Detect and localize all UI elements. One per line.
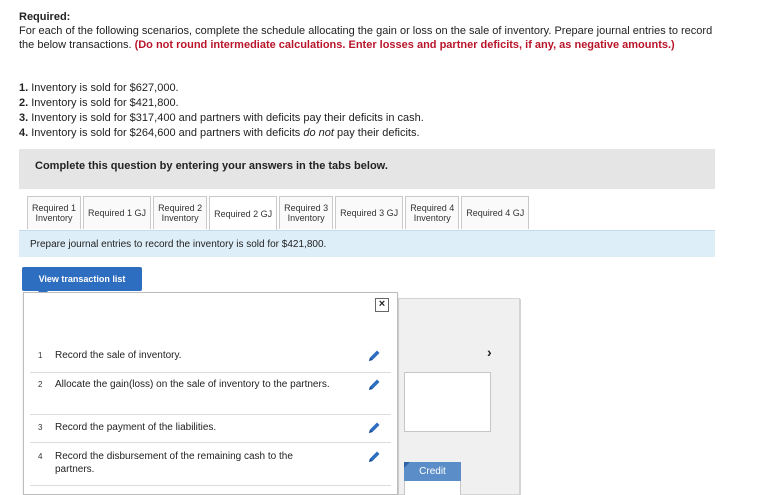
pencil-icon[interactable]	[367, 349, 381, 363]
transaction-number: 2	[38, 380, 43, 389]
tab-required-4-inventory[interactable]: Required 4 Inventory	[405, 196, 460, 229]
scenario-text: Inventory is sold for $421,800.	[31, 97, 179, 109]
view-transaction-list-label: View transaction list	[38, 274, 126, 284]
tab-required-2-inventory[interactable]: Required 2 Inventory	[153, 196, 208, 229]
tab-label: Required 4 GJ	[466, 208, 525, 218]
transaction-number: 4	[38, 452, 43, 461]
tab-label: Required 2	[158, 203, 203, 213]
credit-input-cell[interactable]	[404, 481, 461, 495]
chevron-right-icon[interactable]: ›	[487, 344, 492, 360]
scenario-text-end: pay their deficits.	[333, 127, 420, 139]
scenario-list: 1. Inventory is sold for $627,000. 2. In…	[19, 81, 424, 141]
tab-bar: Required 1 Inventory Required 1 GJ Requir…	[27, 196, 531, 231]
transaction-row[interactable]: 3 Record the payment of the liabilities.	[30, 421, 391, 443]
tab-label: Required 3 GJ	[340, 208, 399, 218]
scenario-text: Inventory is sold for $627,000.	[31, 82, 179, 94]
transaction-description: Record the payment of the liabilities.	[55, 422, 217, 433]
required-heading: Required:	[19, 11, 71, 23]
pencil-icon[interactable]	[367, 450, 381, 464]
tab-instruction-bar: Prepare journal entries to record the in…	[19, 230, 715, 257]
tab-label: Required 2 GJ	[214, 209, 273, 219]
scenario-item: 4. Inventory is sold for $264,600 and pa…	[19, 126, 424, 141]
transaction-description: Record the sale of inventory.	[55, 350, 182, 361]
scenario-number: 1.	[19, 82, 29, 94]
tab-label: Required 3	[284, 203, 329, 213]
pencil-icon[interactable]	[367, 378, 381, 392]
scenario-text-start: Inventory is sold for $264,600 and partn…	[31, 127, 304, 139]
scenario-text: Inventory is sold for $317,400 and partn…	[31, 112, 424, 124]
transaction-row[interactable]: 2 Allocate the gain(loss) on the sale of…	[30, 378, 391, 415]
tab-instruction-text: Prepare journal entries to record the in…	[30, 239, 327, 250]
scenario-item: 3. Inventory is sold for $317,400 and pa…	[19, 111, 424, 126]
tab-required-4-gj[interactable]: Required 4 GJ	[461, 196, 530, 229]
credit-column-header: Credit	[404, 462, 461, 481]
tab-required-3-gj[interactable]: Required 3 GJ	[335, 196, 404, 229]
tab-sublabel: Inventory	[287, 213, 325, 223]
instructions-note: (Do not round intermediate calculations.…	[134, 39, 675, 51]
transaction-number: 1	[38, 351, 43, 360]
journal-entry-box	[404, 372, 491, 432]
scenario-number: 4.	[19, 127, 29, 139]
close-icon[interactable]: ×	[375, 298, 389, 312]
pencil-icon[interactable]	[367, 421, 381, 435]
scenario-number: 2.	[19, 97, 29, 109]
tab-sublabel: Inventory	[413, 213, 451, 223]
transaction-description: Record the disbursement of the remaining…	[55, 451, 293, 475]
transaction-description: Allocate the gain(loss) on the sale of i…	[55, 379, 330, 390]
scenario-item: 2. Inventory is sold for $421,800.	[19, 96, 424, 111]
tab-sublabel: Inventory	[161, 213, 199, 223]
credit-column-label: Credit	[419, 466, 446, 477]
scenario-item: 1. Inventory is sold for $627,000.	[19, 81, 424, 96]
tab-required-1-inventory[interactable]: Required 1 Inventory	[27, 196, 82, 229]
tab-label: Required 1 GJ	[88, 208, 147, 218]
question-banner-label: Complete this question by entering your …	[35, 160, 388, 172]
tab-label: Required 1	[32, 203, 77, 213]
tab-label: Required 4	[410, 203, 455, 213]
tab-required-2-gj[interactable]: Required 2 GJ	[209, 196, 278, 231]
tab-required-3-inventory[interactable]: Required 3 Inventory	[279, 196, 334, 229]
transaction-list-popup: × 1 Record the sale of inventory. 2 Allo…	[23, 292, 398, 495]
question-banner: Complete this question by entering your …	[19, 149, 715, 189]
scenario-number: 3.	[19, 112, 29, 124]
transaction-row[interactable]: 4 Record the disbursement of the remaini…	[30, 450, 391, 486]
cell-marker-icon	[404, 462, 410, 468]
scenario-text-emphasis: do not	[303, 127, 334, 139]
transaction-number: 3	[38, 423, 43, 432]
tab-required-1-gj[interactable]: Required 1 GJ	[83, 196, 152, 229]
view-transaction-list-button[interactable]: View transaction list	[22, 267, 142, 296]
instructions-text: For each of the following scenarios, com…	[19, 24, 724, 52]
transaction-row[interactable]: 1 Record the sale of inventory.	[30, 349, 391, 373]
tab-sublabel: Inventory	[35, 213, 73, 223]
